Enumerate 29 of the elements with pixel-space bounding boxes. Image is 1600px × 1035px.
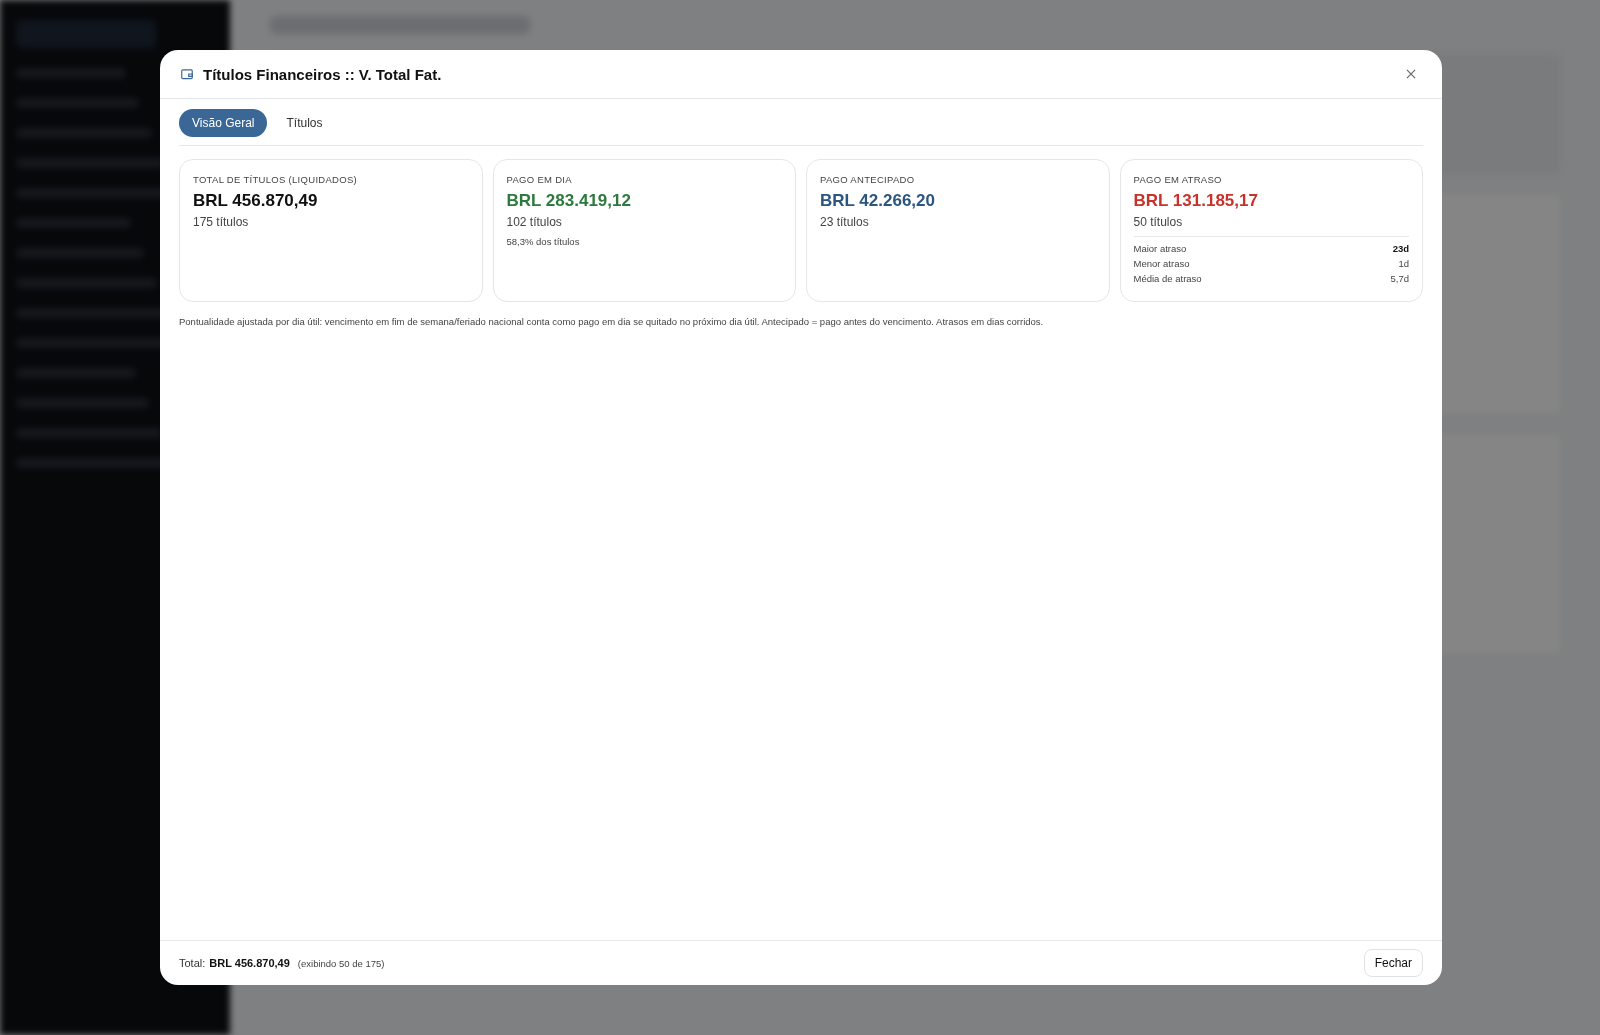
card-amount: BRL 456.870,49 bbox=[193, 191, 319, 211]
tab[interactable]: Títulos bbox=[273, 109, 336, 137]
total-amount: BRL 456.870,49 bbox=[209, 957, 290, 969]
stat-label: Média de atraso bbox=[1133, 273, 1202, 284]
wallet-icon bbox=[180, 67, 194, 81]
shown-count: (exibindo 50 de 175) bbox=[297, 957, 386, 969]
card-amount: BRL 283.419,12 bbox=[506, 191, 632, 211]
stat-value: 1d bbox=[1398, 258, 1409, 269]
total-label: Total: bbox=[179, 957, 206, 969]
card-label: PAGO EM DIA bbox=[506, 174, 573, 185]
stat-label: Maior atraso bbox=[1133, 243, 1187, 254]
stat-value: 5,7d bbox=[1390, 273, 1409, 284]
tab[interactable]: Visão Geral bbox=[179, 109, 268, 137]
card-amount: BRL 42.266,20 bbox=[820, 191, 936, 211]
card-count: 50 títulos bbox=[1133, 215, 1184, 229]
card-count: 175 títulos bbox=[193, 215, 250, 229]
card-label: PAGO EM ATRASO bbox=[1133, 174, 1223, 185]
close-icon bbox=[1404, 67, 1418, 81]
card-amount: BRL 131.185,17 bbox=[1133, 191, 1259, 211]
card-label: PAGO ANTECIPADO bbox=[820, 174, 916, 185]
dialog-title: Títulos Financeiros :: V. Total Fat. bbox=[203, 65, 443, 83]
card-count: 102 títulos bbox=[506, 215, 563, 229]
close-dialog-button[interactable]: Fechar bbox=[1363, 949, 1423, 977]
card-note: 58,3% dos títulos bbox=[506, 236, 581, 247]
stat-value: 23d bbox=[1392, 243, 1409, 254]
card-count: 23 títulos bbox=[820, 215, 870, 229]
card-label: TOTAL DE TÍTULOS (LIQUIDADOS) bbox=[193, 174, 359, 185]
footnote: Pontualidade ajustada por dia útil: vencimento em fim de semana/feriado nacional conta como pago em dia se quitado no próximo dia útil. Antecipado = pago antes do vencimento. Atrasos em dias corridos. bbox=[179, 316, 1045, 327]
stat-label: Menor atraso bbox=[1133, 258, 1190, 269]
